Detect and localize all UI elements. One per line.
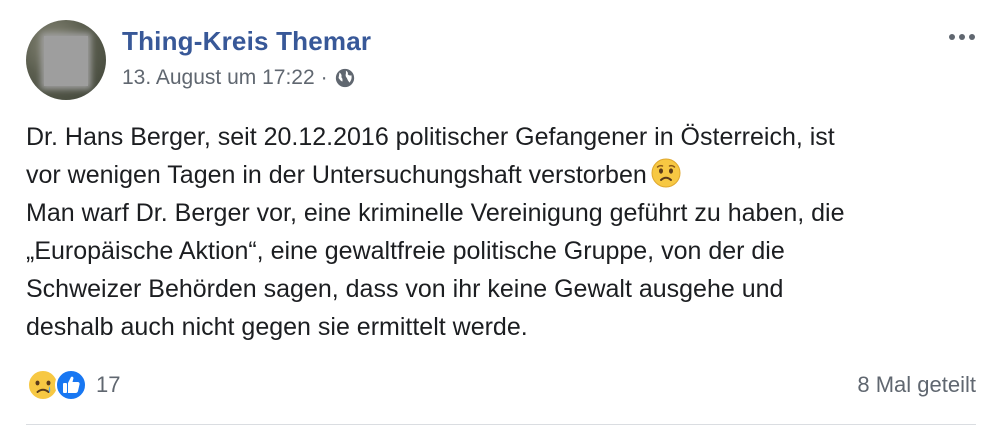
page-avatar[interactable] (26, 20, 106, 100)
more-dot-icon (969, 34, 975, 40)
post-timestamp[interactable]: 13. August um 17:22 (122, 66, 315, 90)
footer-divider (26, 424, 976, 425)
reaction-count[interactable]: 17 (96, 372, 120, 398)
avatar-blur (44, 36, 88, 86)
reactions-summary[interactable]: 17 (26, 368, 120, 402)
post-meta: 13. August um 17:22 · (122, 66, 356, 90)
post-line: „Europäische Aktion“, eine gewaltfreie p… (26, 232, 976, 270)
like-reaction-icon (55, 369, 87, 401)
sad-face-emoji (651, 158, 681, 188)
page-name-link[interactable]: Thing-Kreis Themar (122, 26, 371, 57)
post-line-text: deshalb auch nicht gegen sie ermittelt w… (26, 313, 528, 341)
post-line: Dr. Hans Berger, seit 20.12.2016 politis… (26, 118, 976, 156)
more-options-button[interactable] (942, 22, 982, 52)
post-line-text: Schweizer Behörden sagen, dass von ihr k… (26, 275, 784, 303)
shares-count-link[interactable]: 8 Mal geteilt (857, 372, 976, 398)
facebook-post: Thing-Kreis Themar 13. August um 17:22 ·… (0, 0, 996, 440)
post-body: Dr. Hans Berger, seit 20.12.2016 politis… (26, 118, 976, 346)
post-line-text: Dr. Hans Berger, seit 20.12.2016 politis… (26, 123, 835, 151)
meta-separator: · (320, 66, 328, 89)
more-dot-icon (959, 34, 965, 40)
globe-icon[interactable] (334, 67, 356, 89)
post-line-text: vor wenigen Tagen in der Untersuchungsha… (26, 161, 647, 189)
post-line-text: „Europäische Aktion“, eine gewaltfreie p… (26, 237, 785, 265)
post-line: vor wenigen Tagen in der Untersuchungsha… (26, 156, 976, 194)
post-line: Schweizer Behörden sagen, dass von ihr k… (26, 270, 976, 308)
post-line: deshalb auch nicht gegen sie ermittelt w… (26, 308, 976, 346)
post-line-text: Man warf Dr. Berger vor, eine kriminelle… (26, 199, 845, 227)
more-dot-icon (949, 34, 955, 40)
post-line: Man warf Dr. Berger vor, eine kriminelle… (26, 194, 976, 232)
